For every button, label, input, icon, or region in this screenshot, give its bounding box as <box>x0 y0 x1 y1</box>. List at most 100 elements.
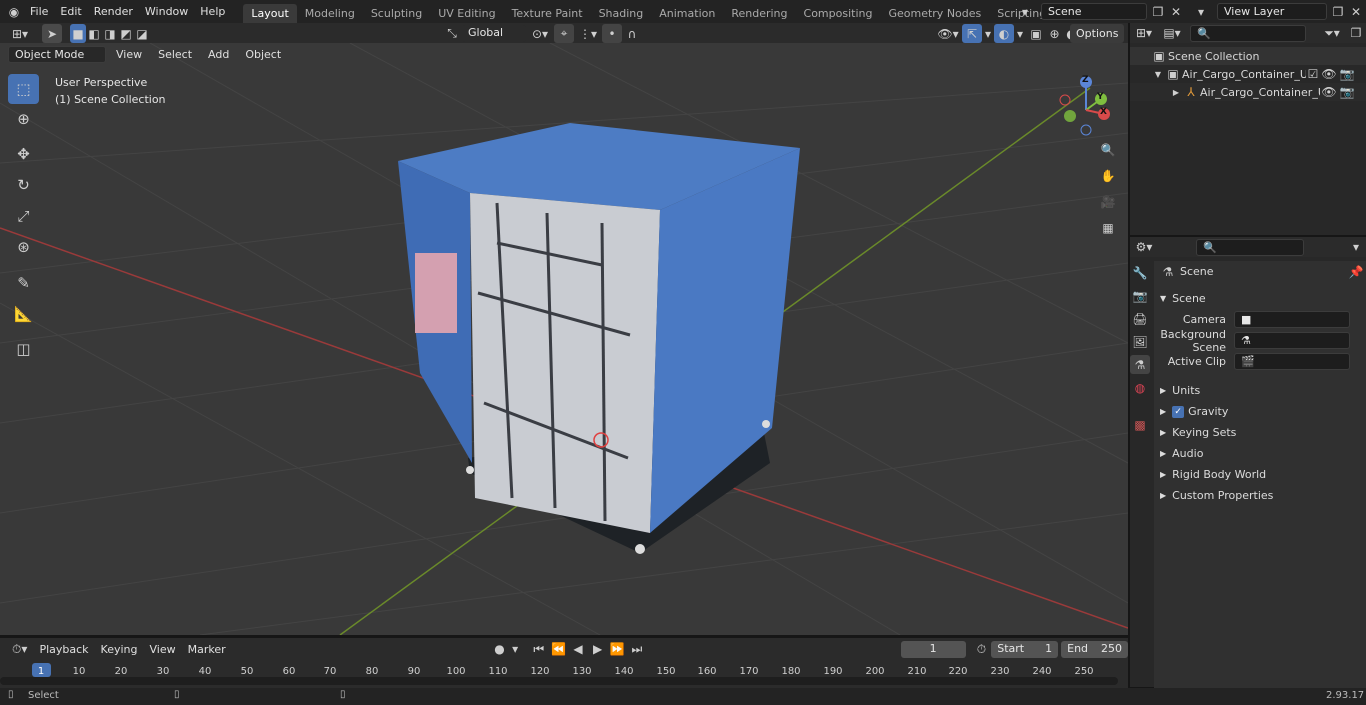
outliner-row[interactable]: ▶ ⅄ Air_Cargo_Container_ULI 👁 📷 <box>1130 83 1366 101</box>
menu-view[interactable]: View <box>110 48 148 61</box>
blender-logo-icon[interactable]: ◉ <box>4 2 24 21</box>
tab-layout[interactable]: Layout <box>243 4 297 23</box>
measure-tool[interactable]: 📐 <box>8 299 39 329</box>
keyframe-dropdown-icon[interactable]: ▾ <box>509 640 521 659</box>
snap-toggle-icon[interactable]: ⌖ <box>554 24 574 43</box>
filter-icon[interactable]: ⏷▾ <box>1318 24 1346 43</box>
rotate-tool[interactable]: ↻ <box>8 170 39 200</box>
scene-collection-row[interactable]: ▣ Scene Collection <box>1130 47 1366 65</box>
camera-field[interactable]: ■ <box>1234 311 1350 328</box>
eye-icon[interactable]: 👁 <box>1320 65 1338 84</box>
next-keyframe-icon[interactable]: ⏩ <box>607 640 627 659</box>
menu-edit[interactable]: Edit <box>54 0 87 23</box>
select-new-icon[interactable]: ■ <box>70 24 86 43</box>
properties-editor-icon[interactable]: ⚙▾ <box>1130 238 1158 257</box>
select-subtract-icon[interactable]: ◨ <box>102 24 118 43</box>
camera-icon[interactable]: 📷 <box>1338 83 1356 102</box>
menu-marker[interactable]: Marker <box>182 643 232 656</box>
end-frame-field[interactable]: End 250 <box>1061 640 1129 658</box>
gizmo-y-label[interactable]: Y <box>1097 92 1104 102</box>
eye-icon[interactable]: 👁 <box>1320 83 1338 102</box>
timeline-scrollbar[interactable] <box>0 677 1118 685</box>
menu-window[interactable]: Window <box>139 0 194 23</box>
expand-chevron-icon[interactable]: ▶ <box>1170 83 1182 102</box>
pan-hand-icon[interactable]: ✋ <box>1097 166 1119 186</box>
gravity-panel[interactable]: ▶ ✓ Gravity <box>1154 401 1366 422</box>
tab-compositing[interactable]: Compositing <box>796 4 881 23</box>
proportional-edit-icon[interactable]: • <box>602 24 622 43</box>
tab-texture-paint[interactable]: Texture Paint <box>504 4 591 23</box>
select-extend-icon[interactable]: ◧ <box>86 24 102 43</box>
play-reverse-icon[interactable]: ◀ <box>568 640 588 659</box>
cursor-tool[interactable]: ⊕ <box>8 104 39 134</box>
overlays-toggle-icon[interactable]: ◐ <box>994 24 1014 43</box>
mode-dropdown[interactable]: Object Mode <box>8 46 106 63</box>
expand-chevron-icon[interactable]: ▼ <box>1152 65 1164 84</box>
select-tool-icon[interactable]: ➤ <box>42 24 62 43</box>
render-tab-icon[interactable]: 📷 <box>1130 286 1150 305</box>
scene-tab-icon[interactable]: ⚗ <box>1130 355 1150 374</box>
menu-help[interactable]: Help <box>194 0 231 23</box>
audio-panel[interactable]: ▶ Audio <box>1154 443 1366 464</box>
exclude-checkbox-icon[interactable]: ☑ <box>1306 65 1320 84</box>
outliner-row[interactable]: ▼ ▣ Air_Cargo_Container_ULD_LD ☑ 👁 📷 <box>1130 65 1366 83</box>
menu-playback[interactable]: Playback <box>33 643 94 656</box>
jump-start-icon[interactable]: ⏮ <box>529 640 549 659</box>
output-tab-icon[interactable]: 🖨 <box>1130 309 1150 328</box>
scene-name-field[interactable]: Scene <box>1041 3 1147 20</box>
rigid-body-world-panel[interactable]: ▶ Rigid Body World <box>1154 464 1366 485</box>
gizmo-x-label[interactable]: X <box>1100 107 1107 117</box>
xray-toggle-icon[interactable]: ▣ <box>1026 24 1046 43</box>
menu-timeline-view[interactable]: View <box>144 643 182 656</box>
custom-properties-panel[interactable]: ▶ Custom Properties <box>1154 485 1366 506</box>
new-scene-icon[interactable]: ❐ <box>1150 2 1166 21</box>
transform-orientation-icon[interactable]: ⤡ <box>442 24 462 43</box>
camera-icon[interactable]: 📷 <box>1338 65 1356 84</box>
timeline-editor-icon[interactable]: ⏱▾ <box>6 640 33 659</box>
select-box-tool[interactable]: ⬚ <box>8 74 39 104</box>
record-icon[interactable]: ● <box>490 640 510 659</box>
select-invert-icon[interactable]: ◩ <box>118 24 134 43</box>
start-frame-field[interactable]: Start 1 <box>991 640 1059 658</box>
annotate-tool[interactable]: ✎ <box>8 268 39 298</box>
select-intersect-icon[interactable]: ◪ <box>134 24 150 43</box>
display-mode-icon[interactable]: ▤▾ <box>1158 24 1186 43</box>
add-cube-tool[interactable]: ◫ <box>8 334 39 364</box>
scene-icon[interactable]: ▾ <box>1012 2 1038 21</box>
transform-orientation-dropdown[interactable]: Global <box>462 25 526 42</box>
tab-geometry-nodes[interactable]: Geometry Nodes <box>880 4 989 23</box>
tab-uv-editing[interactable]: UV Editing <box>430 4 503 23</box>
tab-animation[interactable]: Animation <box>651 4 723 23</box>
jump-end-icon[interactable]: ⏭ <box>627 640 647 659</box>
snap-target-icon[interactable]: ⋮▾ <box>574 24 602 43</box>
visibility-icon[interactable]: 👁▾ <box>934 24 962 43</box>
delete-scene-icon[interactable]: ✕ <box>1169 2 1183 21</box>
navigation-gizmo[interactable]: Z Y X <box>1055 73 1121 139</box>
gizmo-z-label[interactable]: Z <box>1082 75 1089 85</box>
menu-object[interactable]: Object <box>239 48 287 61</box>
tab-rendering[interactable]: Rendering <box>723 4 795 23</box>
texture-tab-icon[interactable]: ▩ <box>1130 415 1150 434</box>
proportional-falloff-icon[interactable]: ∩ <box>622 24 642 43</box>
gizmo-toggle-icon[interactable]: ⇱ <box>962 24 982 43</box>
zoom-icon[interactable]: 🔍 <box>1097 140 1119 160</box>
new-view-layer-icon[interactable]: ❐ <box>1330 2 1346 21</box>
properties-options-icon[interactable]: ▾ <box>1346 238 1366 257</box>
current-frame-field[interactable]: 1 <box>900 640 966 658</box>
tab-sculpting[interactable]: Sculpting <box>363 4 430 23</box>
gizmo-dropdown-icon[interactable]: ▾ <box>982 24 994 43</box>
tool-tab-icon[interactable]: 🔧 <box>1130 263 1150 282</box>
menu-add[interactable]: Add <box>202 48 235 61</box>
tab-shading[interactable]: Shading <box>591 4 652 23</box>
outliner-search-input[interactable]: 🔍 <box>1190 24 1306 42</box>
world-tab-icon[interactable]: ◍ <box>1130 378 1150 397</box>
new-collection-icon[interactable]: ❐ <box>1346 24 1366 43</box>
active-clip-field[interactable]: 🎬 <box>1234 353 1350 370</box>
keying-sets-panel[interactable]: ▶ Keying Sets <box>1154 422 1366 443</box>
pivot-point-icon[interactable]: ⊙▾ <box>526 24 554 43</box>
camera-view-icon[interactable]: 🎥 <box>1097 192 1119 212</box>
background-scene-field[interactable]: ⚗ <box>1234 332 1350 349</box>
perspective-toggle-icon[interactable]: ▦ <box>1097 218 1119 238</box>
tab-modeling[interactable]: Modeling <box>297 4 363 23</box>
outliner-editor-icon[interactable]: ⊞▾ <box>1130 24 1158 43</box>
